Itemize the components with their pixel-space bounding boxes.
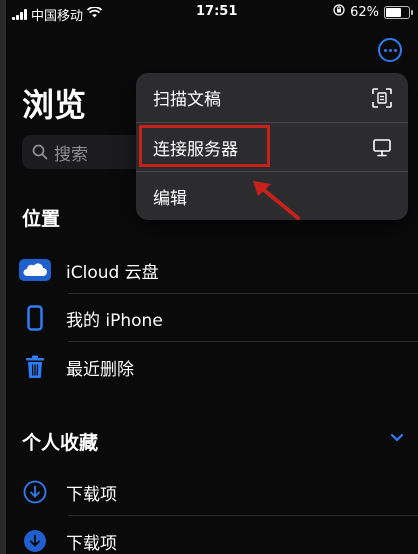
wifi-icon: [86, 6, 103, 22]
orientation-lock-icon: [333, 4, 345, 20]
status-time: 17:51: [196, 4, 238, 19]
search-field[interactable]: 搜索: [22, 135, 152, 169]
locations-heading: 位置: [22, 208, 61, 230]
files-browse-screen: 中国移动 17:51 62% 浏览 搜索 位置 iCloud 云盘 我的 iPh…: [0, 0, 418, 554]
favorite-label: 下载项: [66, 484, 117, 505]
annotation-arrow-icon: [253, 181, 300, 220]
download-icon: [18, 480, 52, 504]
menu-item-label: 扫描文稿: [153, 90, 221, 110]
download-icon: [18, 529, 52, 553]
location-label: 最近删除: [66, 359, 134, 380]
trash-icon: [18, 355, 52, 379]
icloud-icon: [18, 259, 52, 281]
more-options-button[interactable]: [378, 38, 402, 62]
favorite-item-downloads[interactable]: 下载项: [18, 468, 418, 516]
location-item-iphone[interactable]: 我的 iPhone: [18, 294, 418, 342]
divider: [68, 515, 418, 516]
signal-icon: [12, 9, 27, 20]
favorites-heading: 个人收藏: [22, 432, 99, 454]
location-item-recently-deleted[interactable]: 最近删除: [18, 343, 418, 391]
status-left: 中国移动: [12, 5, 103, 24]
highlight-box: [139, 125, 270, 167]
location-label: 我的 iPhone: [66, 310, 163, 331]
page-title: 浏览: [22, 86, 87, 124]
battery-icon: [384, 5, 413, 19]
status-right: 62%: [333, 4, 413, 20]
monitor-icon: [373, 139, 391, 157]
iphone-icon: [18, 305, 52, 331]
status-bar: 中国移动 17:51 62%: [0, 0, 418, 26]
search-icon: [32, 144, 48, 160]
location-label: iCloud 云盘: [66, 262, 159, 283]
favorite-label: 下载项: [66, 533, 117, 554]
menu-item-label: 编辑: [153, 189, 187, 209]
scan-document-icon: [372, 88, 392, 108]
menu-item-scan-documents[interactable]: 扫描文稿: [136, 73, 408, 122]
location-item-icloud[interactable]: iCloud 云盘: [18, 246, 418, 294]
battery-fill: [386, 7, 401, 17]
carrier-label: 中国移动: [31, 9, 84, 24]
chevron-down-icon[interactable]: [390, 433, 404, 443]
window-edge: [0, 0, 6, 554]
divider: [68, 341, 418, 342]
battery-percent: 62%: [350, 4, 379, 20]
search-placeholder: 搜索: [54, 144, 88, 165]
favorite-item-downloads-2[interactable]: 下载项: [18, 517, 418, 554]
